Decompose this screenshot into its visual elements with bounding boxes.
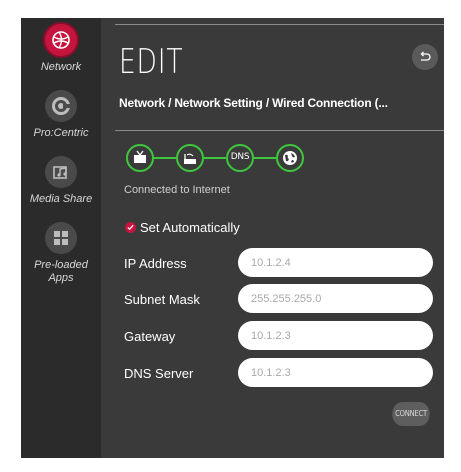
network-icon xyxy=(45,24,77,56)
media-share-icon xyxy=(45,156,77,188)
dns-server-label: DNS Server xyxy=(124,366,194,381)
ip-address-field[interactable] xyxy=(238,248,433,277)
sidebar-item-media-share[interactable]: Media Share xyxy=(21,156,101,206)
sidebar-item-label: Pre-loaded Apps xyxy=(34,259,88,284)
procentric-icon xyxy=(45,90,77,122)
divider xyxy=(115,24,444,25)
dns-node: DNS xyxy=(226,144,254,172)
ip-address-label: IP Address xyxy=(124,256,187,271)
connection-status: Connected to Internet xyxy=(124,184,230,196)
sidebar-item-label: Network xyxy=(40,61,82,73)
sidebar-item-procentric[interactable]: Pro:Centric xyxy=(21,90,101,140)
main-panel: EDIT Network / Network Setting / Wired C… xyxy=(101,18,444,458)
connect-button[interactable]: CONNECT xyxy=(392,402,430,426)
dns-server-field[interactable] xyxy=(238,358,433,387)
gateway-field[interactable] xyxy=(238,321,433,350)
connection-status-chain: DNS xyxy=(126,144,316,174)
settings-window: Network Pro:Centric Media Share Pre-load… xyxy=(21,18,444,458)
sidebar-item-label: Media Share xyxy=(29,193,93,205)
back-button[interactable] xyxy=(412,44,438,70)
tv-icon xyxy=(126,144,154,172)
checkmark-icon xyxy=(125,222,136,233)
back-arrow-icon xyxy=(420,51,431,61)
divider xyxy=(115,130,444,131)
sidebar-item-label: Pro:Centric xyxy=(33,127,89,139)
gateway-label: Gateway xyxy=(124,329,176,344)
breadcrumb: Network / Network Setting / Wired Connec… xyxy=(119,96,388,110)
page-title: EDIT xyxy=(119,42,184,82)
subnet-mask-field[interactable] xyxy=(238,284,433,313)
sidebar-item-preloaded-apps[interactable]: Pre-loaded Apps xyxy=(21,222,101,285)
link-line xyxy=(254,157,276,159)
set-automatically-label: Set Automatically xyxy=(140,220,240,235)
globe-icon xyxy=(276,144,304,172)
subnet-mask-label: Subnet Mask xyxy=(124,292,200,307)
apps-grid-icon xyxy=(45,222,77,254)
sidebar-item-network[interactable]: Network xyxy=(21,24,101,74)
sidebar: Network Pro:Centric Media Share Pre-load… xyxy=(21,18,101,458)
dns-label: DNS xyxy=(230,152,250,162)
link-line xyxy=(154,157,176,159)
router-icon xyxy=(176,144,204,172)
link-line xyxy=(204,157,226,159)
